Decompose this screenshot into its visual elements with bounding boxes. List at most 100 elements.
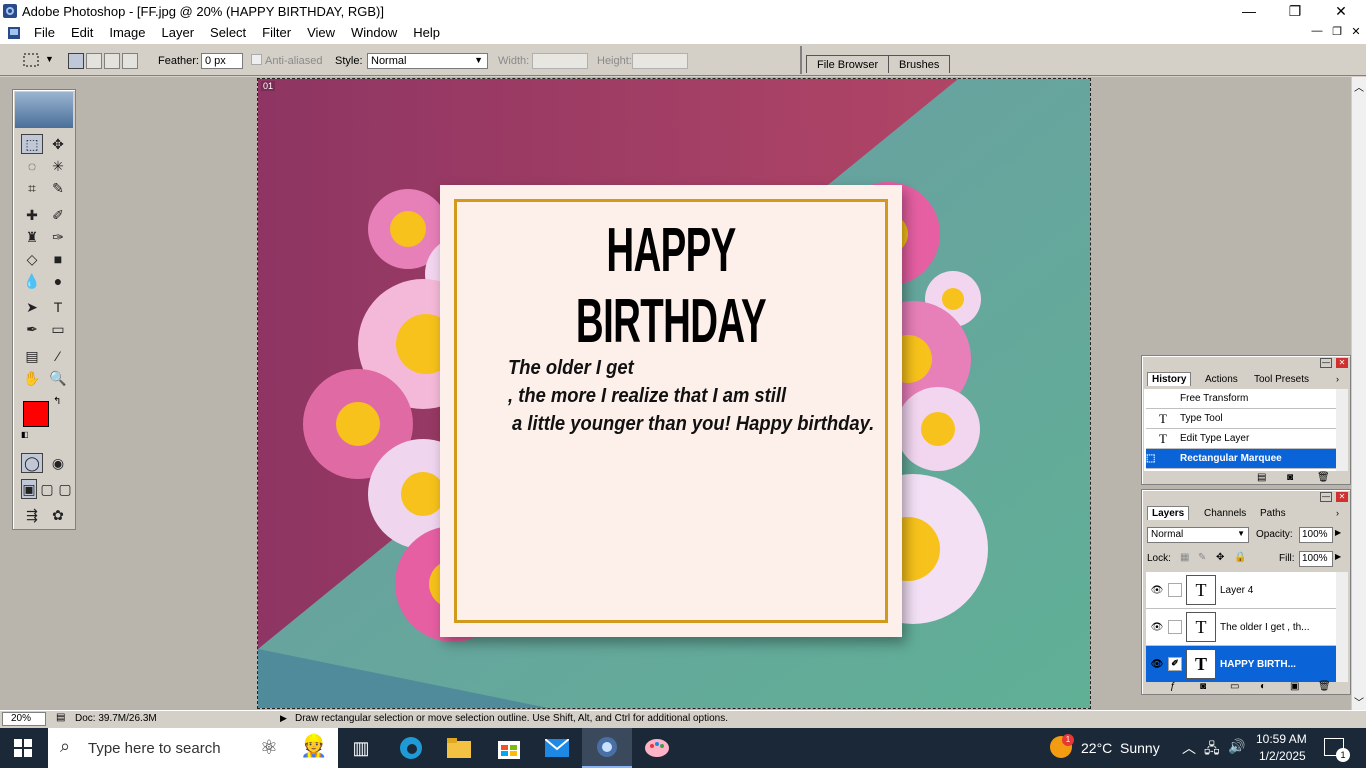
clock-time[interactable]: 10:59 AM <box>1256 732 1307 746</box>
link-toggle[interactable] <box>1168 620 1182 634</box>
layer-style-icon[interactable]: ƒ <box>1170 681 1176 692</box>
windows-start-icon[interactable] <box>0 728 46 768</box>
scroll-down-icon[interactable]: ﹀ <box>1354 694 1364 709</box>
antialias-checkbox[interactable] <box>251 54 262 65</box>
history-item[interactable]: T Edit Type Layer <box>1146 429 1336 449</box>
doc-restore-button[interactable]: ❐ <box>1328 25 1346 41</box>
pen-tool-icon[interactable]: ✒ <box>21 319 43 339</box>
layer-row[interactable]: 👁 T The older I get , th... <box>1146 609 1336 646</box>
volume-icon[interactable]: 🔊 <box>1228 738 1245 755</box>
vertical-scrollbar[interactable]: ︿ ﹀ <box>1351 77 1366 710</box>
zoom-level-input[interactable]: 20% <box>2 712 46 726</box>
subtract-selection-button[interactable] <box>104 53 120 69</box>
new-set-icon[interactable]: ▭ <box>1230 681 1239 692</box>
opacity-input[interactable]: 100% <box>1299 527 1333 543</box>
full-screen-menu-mode-icon[interactable]: ▢ <box>39 479 55 499</box>
type-tool-icon[interactable]: T <box>47 297 69 317</box>
height-input[interactable] <box>632 53 688 69</box>
store-icon[interactable] <box>486 728 532 768</box>
history-brush-tool-icon[interactable]: ✑ <box>47 227 69 247</box>
palette-menu-icon[interactable]: › <box>1336 508 1339 518</box>
lock-position-icon[interactable]: ✥ <box>1216 552 1224 563</box>
paint-app-icon[interactable] <box>634 728 680 768</box>
new-selection-button[interactable] <box>68 53 84 69</box>
menu-file[interactable]: File <box>26 25 63 40</box>
imageready-icon[interactable]: ✿ <box>47 505 69 525</box>
palette-minimize-icon[interactable]: — <box>1320 492 1332 502</box>
doc-close-button[interactable]: ✕ <box>1347 25 1365 41</box>
rectangular-marquee-tool-icon[interactable]: ⬚ <box>21 134 43 154</box>
new-document-from-state-icon[interactable]: ▤ <box>1257 472 1266 483</box>
dodge-tool-icon[interactable]: ● <box>47 271 69 291</box>
path-selection-tool-icon[interactable]: ➤ <box>21 297 43 317</box>
brushes-tab[interactable]: Brushes <box>888 55 951 73</box>
zoom-tool-icon[interactable]: 🔍 <box>47 368 69 388</box>
standard-screen-mode-icon[interactable]: ▣ <box>21 479 37 499</box>
preset-dropdown-icon[interactable]: ▼ <box>45 54 54 64</box>
fill-input[interactable]: 100% <box>1299 551 1333 567</box>
layers-scrollbar[interactable] <box>1336 572 1348 682</box>
jump-to-imageready-icon[interactable]: ⇶ <box>21 505 43 525</box>
default-colors-icon[interactable]: ◧ <box>21 430 29 439</box>
clone-stamp-tool-icon[interactable]: ♜ <box>21 227 43 247</box>
edge-browser-icon[interactable] <box>388 728 434 768</box>
tool-presets-tab[interactable]: Tool Presets <box>1250 373 1313 386</box>
new-snapshot-icon[interactable]: ◙ <box>1287 472 1293 483</box>
magic-wand-tool-icon[interactable]: ✳ <box>47 156 69 176</box>
intersect-selection-button[interactable] <box>122 53 138 69</box>
file-explorer-icon[interactable] <box>436 728 482 768</box>
palette-close-icon[interactable]: ✕ <box>1336 492 1348 502</box>
crop-tool-icon[interactable]: ⌗ <box>21 178 43 198</box>
minimize-button[interactable]: — <box>1226 0 1272 22</box>
history-item[interactable]: T Type Tool <box>1146 409 1336 429</box>
swap-colors-icon[interactable]: ↰ <box>53 396 61 407</box>
mail-icon[interactable] <box>534 728 580 768</box>
eye-icon[interactable]: 👁 <box>1146 659 1168 670</box>
file-browser-tab[interactable]: File Browser <box>806 55 890 73</box>
feather-input[interactable]: 0 px <box>201 53 243 69</box>
menu-window[interactable]: Window <box>343 25 405 40</box>
marquee-preset-icon[interactable] <box>22 52 40 68</box>
blend-mode-select[interactable]: Normal ▼ <box>1147 527 1249 543</box>
width-input[interactable] <box>532 53 588 69</box>
layer-row-selected[interactable]: 👁 ✐ T HAPPY BIRTH... <box>1146 646 1336 682</box>
quick-mask-mode-icon[interactable]: ◉ <box>47 453 69 473</box>
foreground-color-swatch[interactable] <box>23 401 49 427</box>
lock-all-icon[interactable]: 🔒 <box>1234 552 1246 563</box>
history-tab[interactable]: History <box>1147 372 1192 386</box>
menu-view[interactable]: View <box>299 25 343 40</box>
style-select[interactable]: Normal ▼ <box>367 53 488 69</box>
weather-temp[interactable]: 22°C <box>1081 740 1112 756</box>
menu-edit[interactable]: Edit <box>63 25 101 40</box>
status-arrow-icon[interactable]: ▶ <box>280 713 287 724</box>
layers-tab[interactable]: Layers <box>1147 506 1190 520</box>
palette-menu-icon[interactable]: › <box>1336 374 1339 384</box>
close-button[interactable]: ✕ <box>1318 0 1364 22</box>
menu-help[interactable]: Help <box>405 25 448 40</box>
blur-tool-icon[interactable]: 💧 <box>21 271 43 291</box>
weather-desc[interactable]: Sunny <box>1120 740 1160 756</box>
opacity-arrow-icon[interactable]: ▶ <box>1335 528 1341 537</box>
actions-tab[interactable]: Actions <box>1201 373 1242 386</box>
new-layer-icon[interactable]: ▣ <box>1290 681 1299 692</box>
standard-mode-icon[interactable]: ◯ <box>21 453 43 473</box>
chevron-up-icon[interactable]: ︿ <box>1182 738 1196 758</box>
document-canvas[interactable]: HAPPY BIRTHDAY The older I get , the mor… <box>257 78 1091 709</box>
lasso-tool-icon[interactable]: ◌ <box>21 156 43 176</box>
menu-filter[interactable]: Filter <box>254 25 299 40</box>
palette-close-icon[interactable]: ✕ <box>1336 358 1348 368</box>
slice-tool-icon[interactable]: ✎ <box>47 178 69 198</box>
trash-icon[interactable]: 🗑 <box>1318 681 1331 692</box>
taskbar-search-box[interactable]: ⌕ Type here to search ⚛ 👷 <box>48 728 338 768</box>
document-icon[interactable] <box>6 25 22 41</box>
history-scrollbar[interactable] <box>1336 389 1348 471</box>
brush-icon[interactable]: ✐ <box>1168 657 1182 671</box>
lock-pixels-icon[interactable]: ✎ <box>1198 552 1206 563</box>
scroll-up-icon[interactable]: ︿ <box>1354 79 1364 94</box>
paths-tab[interactable]: Paths <box>1256 507 1290 520</box>
palette-minimize-icon[interactable]: — <box>1320 358 1332 368</box>
menu-image[interactable]: Image <box>101 25 153 40</box>
full-screen-mode-icon[interactable]: ▢ <box>57 479 73 499</box>
link-toggle[interactable] <box>1168 583 1182 597</box>
maximize-button[interactable]: ❐ <box>1272 0 1318 22</box>
